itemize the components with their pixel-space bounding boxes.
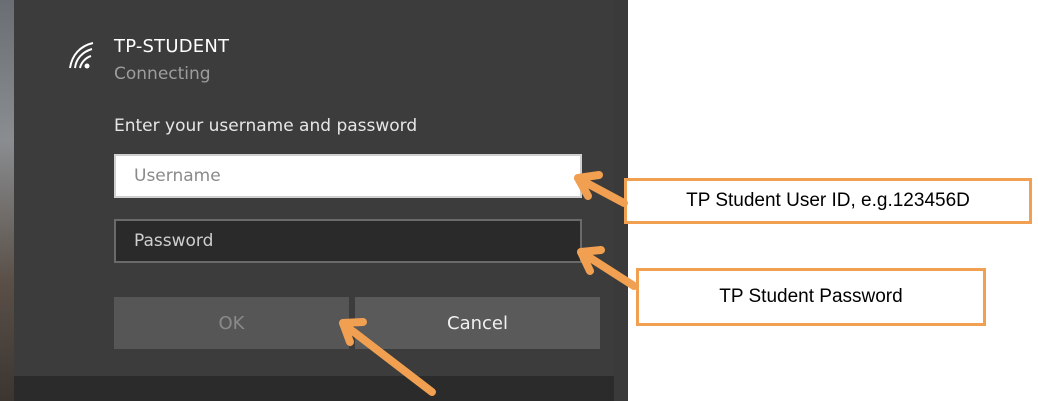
flyout-bottom-bar <box>14 376 614 401</box>
wifi-login-screenshot: TP-STUDENT Connecting Enter your usernam… <box>0 0 628 401</box>
password-callout: TP Student Password <box>636 268 986 326</box>
username-placeholder: Username <box>134 166 221 186</box>
ok-button[interactable]: OK <box>114 297 349 349</box>
username-input[interactable]: Username <box>114 154 582 198</box>
credentials-prompt: Enter your username and password <box>114 116 418 136</box>
wifi-icon <box>69 42 94 69</box>
desktop-background-strip <box>0 0 14 401</box>
password-placeholder: Password <box>134 231 214 251</box>
password-input[interactable]: Password <box>114 219 582 263</box>
connection-status: Connecting <box>114 64 211 84</box>
user-id-callout: TP Student User ID, e.g.123456D <box>624 178 1032 224</box>
cancel-button[interactable]: Cancel <box>355 297 600 349</box>
network-name: TP-STUDENT <box>114 36 230 57</box>
